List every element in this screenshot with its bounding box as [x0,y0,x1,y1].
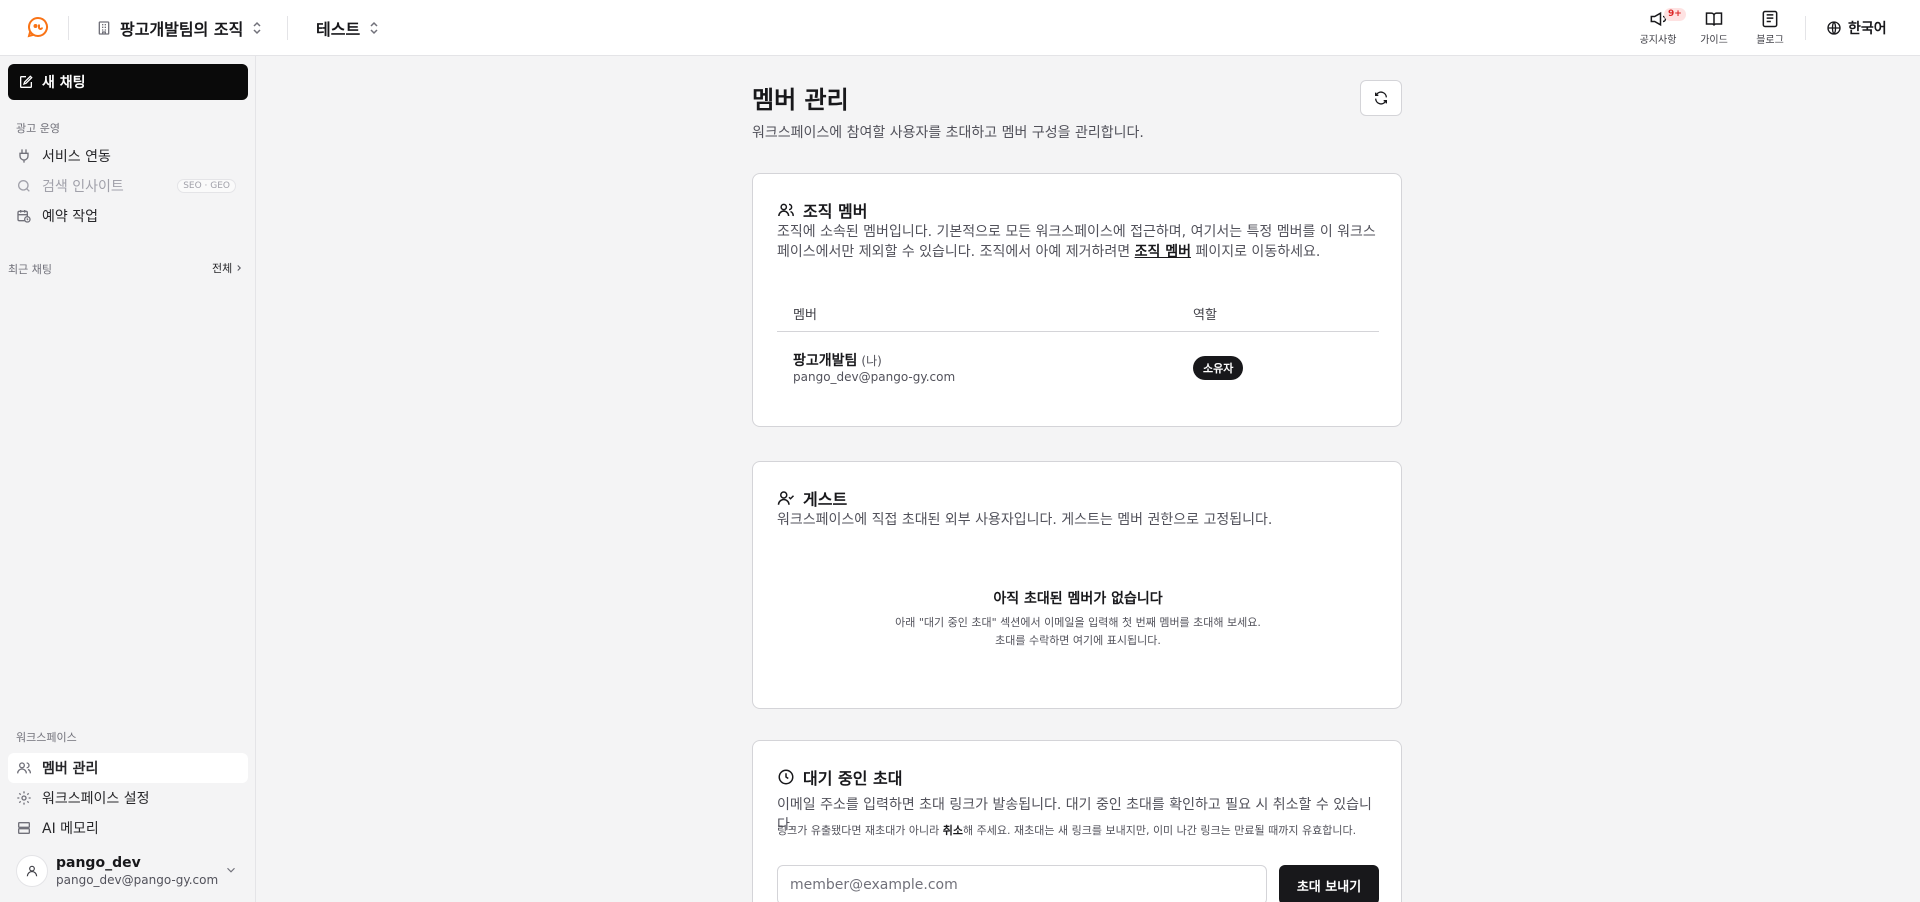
chevron-right-icon [237,265,242,271]
chevron-up-down-icon [253,21,261,35]
guide-button[interactable]: 가이드 [1686,9,1742,49]
new-chat-button[interactable]: 새 채팅 [8,64,248,100]
table-row: 팡고개발팀 (나) pango_dev@pango-gy.com 소유자 [777,332,1379,402]
column-header-member: 멤버 [793,308,817,323]
calendar-clock-icon [17,210,31,223]
sidebar-item-label: 멤버 관리 [42,761,99,777]
workspace-section-label: 워크스페이스 [16,731,77,744]
project-switcher[interactable]: 테스트 [316,14,380,42]
language-selector[interactable]: 한국어 [1826,16,1887,40]
member-me-tag: (나) [861,354,882,368]
sidebar-item-search-insight[interactable]: 검색 인사이트 SEO · GEO [8,171,248,201]
sidebar-item-ai-memory[interactable]: AI 메모리 [8,813,248,843]
recent-chats-all-link[interactable]: 전체 [212,260,244,276]
note-text: 링크가 유출됐다면 재초대가 아니라 [777,824,943,837]
recent-chats-label: 최근 채팅 [8,263,52,276]
org-members-description: 조직에 소속된 멤버입니다. 기본적으로 모든 워크스페이스에 접근하며, 여기… [777,222,1381,262]
empty-state-title: 아직 초대된 멤버가 없습니다 [993,591,1163,607]
notice-badge: 9+ [1664,8,1686,21]
note-bold-text: 취소 [942,824,964,837]
sidebar: 새 채팅 광고 운영 서비스 연동 검색 인사이트 SEO · GEO 예약 작… [0,56,256,902]
ad-ops-section-label: 광고 운영 [16,122,60,135]
blog-label: 블로그 [1756,35,1784,46]
edit-icon [20,75,33,88]
newspaper-icon [1762,10,1778,28]
notice-label: 공지사항 [1639,35,1677,46]
sidebar-item-label: 워크스페이스 설정 [42,791,150,807]
chevron-up-down-icon [370,21,378,35]
pending-invites-title: 대기 중인 초대 [803,769,903,788]
org-name: 팡고개발팀의 조직 [120,20,244,39]
avatar [16,855,48,887]
user-menu[interactable]: pango_dev pango_dev@pango-gy.com [8,848,248,894]
refresh-icon [1375,91,1387,105]
org-members-title: 조직 멤버 [803,202,868,221]
header-divider [1805,16,1806,40]
note-text-end: 해 주세요. 재초대는 새 링크를 보내지만, 이미 나간 링크는 만료될 때까… [963,824,1357,837]
sidebar-item-label: 검색 인사이트 [42,179,124,195]
notice-button[interactable]: 9+ 공지사항 [1630,8,1686,49]
users-icon [17,762,31,774]
guide-label: 가이드 [1700,35,1728,46]
server-icon [18,822,30,834]
clock-icon [778,769,794,785]
app-logo-icon[interactable] [26,15,50,39]
member-email: pango_dev@pango-gy.com [793,370,956,384]
column-header-role: 역할 [1193,308,1217,323]
org-switcher[interactable]: 팡고개발팀의 조직 [96,14,263,42]
book-open-icon [1705,12,1723,26]
guests-card: 게스트 워크스페이스에 직접 초대된 외부 사용자입니다. 게스트는 멤버 권한… [752,461,1402,709]
empty-state-line: 초대를 수락하면 여기에 표시됩니다. [995,634,1161,647]
user-name: pango_dev [56,855,141,871]
users-icon [778,203,794,217]
header-divider [68,16,69,40]
org-members-link[interactable]: 조직 멤버 [1135,244,1191,260]
refresh-button[interactable] [1360,80,1402,116]
members-table-header: 멤버 역할 [777,290,1379,332]
top-bar: 팡고개발팀의 조직 테스트 9+ 공지사항 가이드 블로그 한국어 [0,0,1920,56]
header-divider [287,16,288,40]
pending-invites-note: 링크가 유출됐다면 재초대가 아니라 취소해 주세요. 재초대는 새 링크를 보… [777,821,1381,841]
sidebar-item-label: AI 메모리 [42,821,99,837]
empty-state-line: 아래 "대기 중인 초대" 섹션에서 이메일을 입력해 첫 번째 멤버를 초대해… [895,616,1261,629]
user-icon [26,865,38,877]
main-content: 멤버 관리 워크스페이스에 참여할 사용자를 초대하고 멤버 구성을 관리합니다… [256,56,1920,902]
gear-icon [17,791,31,805]
sidebar-item-label: 서비스 연동 [42,149,111,165]
sidebar-item-workspace-settings[interactable]: 워크스페이스 설정 [8,783,248,813]
recent-all-label: 전체 [212,262,233,275]
new-chat-label: 새 채팅 [42,75,86,91]
language-label: 한국어 [1848,21,1887,37]
globe-icon [1827,21,1841,35]
user-email: pango_dev@pango-gy.com [56,873,219,887]
sidebar-item-scheduled-tasks[interactable]: 예약 작업 [8,201,248,231]
member-name: 팡고개발팀 [793,353,858,369]
page-description: 워크스페이스에 참여할 사용자를 초대하고 멤버 구성을 관리합니다. [752,125,1144,141]
building-icon [98,21,110,35]
org-members-desc-text-end: 페이지로 이동하세요. [1191,244,1321,260]
user-check-icon [777,491,795,505]
project-name: 테스트 [316,20,361,39]
search-icon [18,180,30,192]
plug-icon [19,149,29,163]
sidebar-item-service-integration[interactable]: 서비스 연동 [8,141,248,171]
chevron-down-icon [227,867,235,873]
send-invite-button[interactable]: 초대 보내기 [1279,865,1379,902]
guests-title: 게스트 [803,490,848,509]
blog-button[interactable]: 블로그 [1742,9,1798,49]
member-name-cell: 팡고개발팀 (나) [793,350,882,370]
role-badge: 소유자 [1193,356,1244,380]
invite-email-input[interactable] [777,865,1267,902]
seo-geo-tag: SEO · GEO [177,179,236,193]
pending-invites-card: 대기 중인 초대 이메일 주소를 입력하면 초대 링크가 발송됩니다. 대기 중… [752,740,1402,902]
guests-description: 워크스페이스에 직접 초대된 외부 사용자입니다. 게스트는 멤버 권한으로 고… [777,512,1273,528]
page-title: 멤버 관리 [752,86,849,114]
sidebar-item-label: 예약 작업 [42,209,98,225]
sidebar-item-member-management[interactable]: 멤버 관리 [8,753,248,783]
org-members-card: 조직 멤버 조직에 소속된 멤버입니다. 기본적으로 모든 워크스페이스에 접근… [752,173,1402,427]
